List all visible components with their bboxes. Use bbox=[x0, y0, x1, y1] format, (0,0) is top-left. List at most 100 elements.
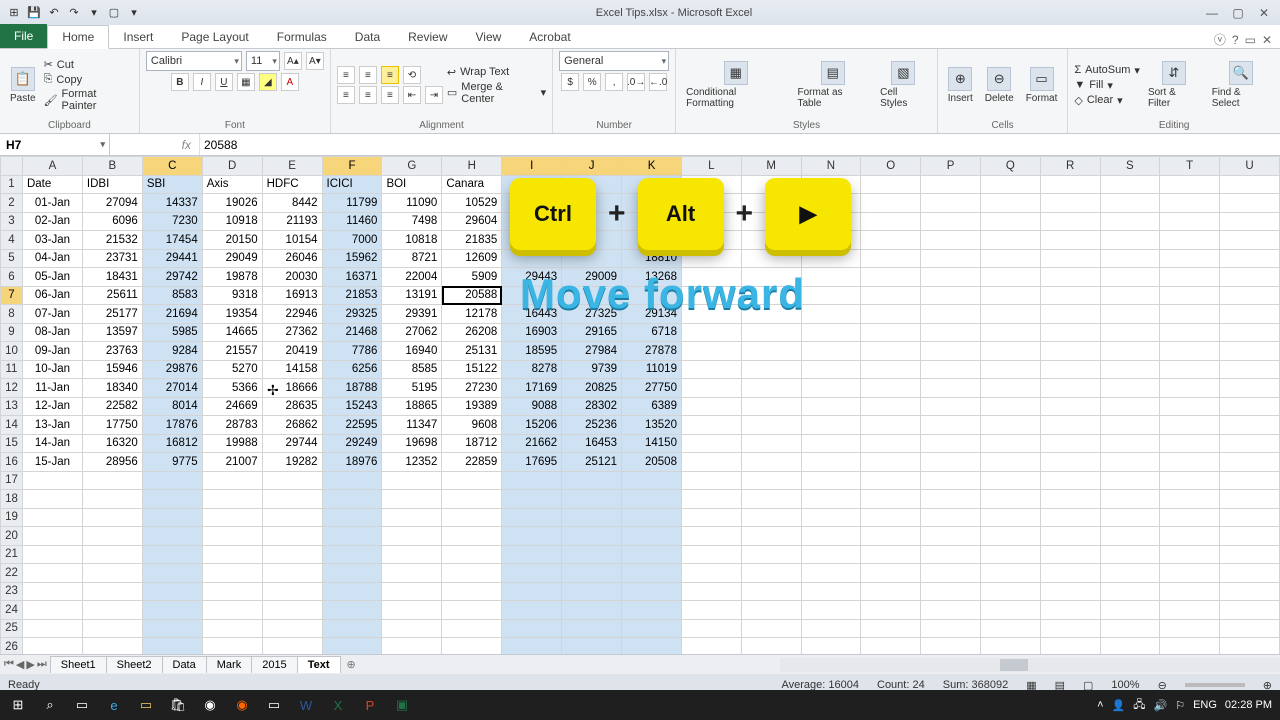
fill-button[interactable]: ▼Fill ▾ bbox=[1074, 79, 1140, 92]
merge-center-button[interactable]: ▭Merge & Center ▾ bbox=[447, 81, 546, 105]
tray-up-icon[interactable]: ˄ bbox=[1097, 699, 1103, 711]
cell[interactable] bbox=[681, 397, 741, 416]
cell[interactable]: 09-Jan bbox=[22, 342, 82, 361]
cell[interactable]: 11347 bbox=[382, 416, 442, 435]
cell[interactable] bbox=[681, 582, 741, 601]
cell[interactable] bbox=[741, 490, 801, 509]
cell[interactable]: 25611 bbox=[82, 286, 142, 305]
row-header[interactable]: 12 bbox=[1, 379, 23, 398]
cell[interactable] bbox=[382, 564, 442, 583]
cell[interactable] bbox=[861, 564, 921, 583]
row-header[interactable]: 7 bbox=[1, 286, 23, 305]
cell[interactable]: 9775 bbox=[142, 453, 202, 472]
row-header[interactable]: 22 bbox=[1, 564, 23, 583]
sheet-tab-2015[interactable]: 2015 bbox=[251, 656, 297, 673]
cell[interactable]: 22004 bbox=[382, 268, 442, 287]
cell[interactable] bbox=[82, 638, 142, 655]
cell[interactable] bbox=[681, 545, 741, 564]
cell[interactable] bbox=[681, 416, 741, 435]
cell[interactable] bbox=[980, 619, 1040, 638]
cell[interactable] bbox=[1100, 212, 1160, 231]
cell[interactable] bbox=[861, 379, 921, 398]
cell[interactable] bbox=[741, 564, 801, 583]
cell[interactable]: ICICI bbox=[322, 175, 382, 194]
cell[interactable]: 08-Jan bbox=[22, 323, 82, 342]
cell[interactable] bbox=[980, 360, 1040, 379]
cell[interactable]: 29604 bbox=[442, 212, 502, 231]
cell[interactable] bbox=[861, 249, 921, 268]
cell[interactable] bbox=[142, 601, 202, 620]
volume-icon[interactable]: 🔊 bbox=[1153, 699, 1167, 712]
cell[interactable] bbox=[980, 601, 1040, 620]
cell[interactable]: 19354 bbox=[202, 305, 262, 324]
cell[interactable]: 18788 bbox=[322, 379, 382, 398]
cell[interactable] bbox=[1040, 360, 1100, 379]
cell[interactable]: 17876 bbox=[142, 416, 202, 435]
cell[interactable] bbox=[22, 527, 82, 546]
cell[interactable] bbox=[142, 619, 202, 638]
cell[interactable] bbox=[921, 397, 981, 416]
cell[interactable] bbox=[921, 564, 981, 583]
cell[interactable]: 9088 bbox=[502, 397, 562, 416]
cell[interactable] bbox=[801, 268, 861, 287]
cell[interactable] bbox=[1040, 379, 1100, 398]
row-header[interactable]: 17 bbox=[1, 471, 23, 490]
comma-icon[interactable]: , bbox=[605, 73, 623, 91]
cell[interactable]: 01-Jan bbox=[22, 194, 82, 213]
cell[interactable] bbox=[442, 601, 502, 620]
cell[interactable]: 14150 bbox=[622, 434, 682, 453]
cell[interactable] bbox=[980, 582, 1040, 601]
cell[interactable] bbox=[82, 619, 142, 638]
cell[interactable] bbox=[22, 508, 82, 527]
cell[interactable] bbox=[801, 508, 861, 527]
cell[interactable]: 26046 bbox=[262, 249, 322, 268]
cell[interactable] bbox=[921, 416, 981, 435]
cell[interactable] bbox=[801, 416, 861, 435]
row-header[interactable]: 20 bbox=[1, 527, 23, 546]
cell[interactable] bbox=[322, 619, 382, 638]
dec-decimal-icon[interactable]: ←.0 bbox=[649, 73, 667, 91]
row-header[interactable]: 9 bbox=[1, 323, 23, 342]
cell[interactable] bbox=[382, 527, 442, 546]
explorer-icon[interactable]: ▭ bbox=[132, 693, 160, 717]
cell[interactable]: 16371 bbox=[322, 268, 382, 287]
cell[interactable] bbox=[921, 582, 981, 601]
cell[interactable]: 27094 bbox=[82, 194, 142, 213]
cell[interactable]: 17750 bbox=[82, 416, 142, 435]
cell[interactable] bbox=[562, 249, 622, 268]
cell[interactable] bbox=[921, 490, 981, 509]
cell[interactable] bbox=[1220, 268, 1280, 287]
cell[interactable] bbox=[442, 582, 502, 601]
cell[interactable]: 6256 bbox=[322, 360, 382, 379]
cell[interactable] bbox=[202, 619, 262, 638]
people-icon[interactable]: 👤 bbox=[1112, 699, 1126, 712]
cell[interactable]: 17454 bbox=[142, 231, 202, 250]
cell[interactable] bbox=[82, 527, 142, 546]
cell[interactable] bbox=[681, 360, 741, 379]
cell[interactable]: 02-Jan bbox=[22, 212, 82, 231]
cell[interactable]: 13520 bbox=[622, 416, 682, 435]
align-center-icon[interactable]: ≡ bbox=[359, 86, 377, 104]
row-header[interactable]: 6 bbox=[1, 268, 23, 287]
cell[interactable] bbox=[82, 508, 142, 527]
cell[interactable] bbox=[921, 323, 981, 342]
cell[interactable] bbox=[1100, 416, 1160, 435]
cell[interactable] bbox=[262, 471, 322, 490]
tab-review[interactable]: Review bbox=[394, 26, 461, 48]
cell[interactable]: 7786 bbox=[322, 342, 382, 361]
cell[interactable] bbox=[202, 564, 262, 583]
cell[interactable] bbox=[322, 471, 382, 490]
cell[interactable] bbox=[861, 508, 921, 527]
align-left-icon[interactable]: ≡ bbox=[337, 86, 355, 104]
cell[interactable]: 13-Jan bbox=[22, 416, 82, 435]
cell[interactable] bbox=[382, 508, 442, 527]
cell[interactable]: 18712 bbox=[442, 434, 502, 453]
minimize-icon[interactable]: — bbox=[1200, 4, 1224, 22]
cell[interactable] bbox=[1040, 453, 1100, 472]
cell[interactable]: 26862 bbox=[262, 416, 322, 435]
delete-button[interactable]: ⊖Delete bbox=[981, 65, 1018, 106]
cell[interactable] bbox=[562, 619, 622, 638]
cell[interactable] bbox=[82, 564, 142, 583]
cell[interactable] bbox=[1040, 175, 1100, 194]
cell[interactable] bbox=[1220, 416, 1280, 435]
